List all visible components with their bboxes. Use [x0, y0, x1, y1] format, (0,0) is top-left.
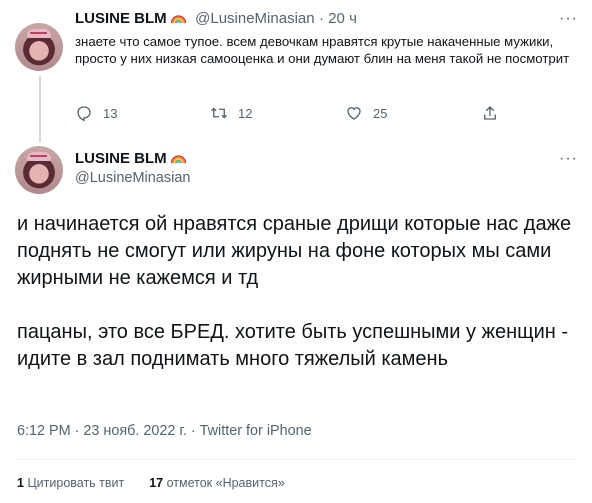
tweet-timestamp[interactable]: 6:12 PM · 23 нояб. 2022 г. · Twitter for…	[17, 423, 312, 439]
handle[interactable]: @LusineMinasian	[75, 170, 190, 186]
cap-decoration	[27, 152, 51, 161]
tweet-stats: 1 Цитировать твит 17 отметок «Нравится»	[17, 476, 285, 490]
tweet-time[interactable]: 20 ч	[328, 10, 357, 27]
cap-decoration	[27, 29, 51, 38]
tweet-actions: 13 12 25	[75, 104, 515, 122]
retweet-icon	[211, 107, 227, 119]
tweet-paragraph: и начинается ой нравятся сраные дрищи ко…	[17, 213, 572, 289]
more-icon[interactable]: ···	[559, 11, 578, 27]
avatar[interactable]	[15, 146, 63, 194]
more-icon[interactable]: ···	[559, 151, 578, 167]
like-button[interactable]: 25	[345, 104, 387, 122]
rainbow-emoji-icon	[170, 15, 186, 24]
retweet-button[interactable]: 12	[210, 104, 252, 122]
quotes-count: 1	[17, 476, 24, 490]
likes-link[interactable]: 17 отметок «Нравится»	[149, 476, 284, 490]
divider	[17, 459, 576, 460]
display-name[interactable]: LUSINE BLM	[75, 150, 167, 167]
tweet-paragraph: пацаны, это все БРЕД. хотите быть успешн…	[17, 321, 569, 370]
share-button[interactable]	[481, 104, 509, 122]
quotes-label: Цитировать твит	[27, 476, 125, 490]
likes-count: 17	[149, 476, 164, 490]
avatar[interactable]	[15, 23, 63, 71]
thread-line	[39, 76, 41, 142]
dot-separator: ·	[319, 10, 329, 27]
reply-count: 13	[103, 105, 118, 121]
reply-icon	[77, 106, 91, 122]
handle[interactable]: @LusineMinasian	[195, 10, 314, 27]
reply-tweet-header: LUSINE BLM @LusineMinasian · 20 ч	[75, 10, 357, 28]
main-tweet-header: LUSINE BLM	[75, 150, 187, 168]
main-tweet-text: и начинается ой нравятся сраные дрищи ко…	[17, 211, 577, 373]
display-name[interactable]: LUSINE BLM	[75, 10, 167, 27]
like-count: 25	[373, 105, 388, 121]
quotes-link[interactable]: 1 Цитировать твит	[17, 476, 124, 490]
rainbow-emoji-icon	[170, 155, 186, 164]
likes-label: отметок «Нравится»	[166, 476, 285, 490]
retweet-count: 12	[238, 105, 253, 121]
like-icon	[347, 107, 361, 120]
reply-button[interactable]: 13	[75, 104, 117, 122]
tweet-text: знаете что самое тупое. всем девочкам нр…	[75, 34, 570, 66]
share-icon	[484, 106, 496, 120]
